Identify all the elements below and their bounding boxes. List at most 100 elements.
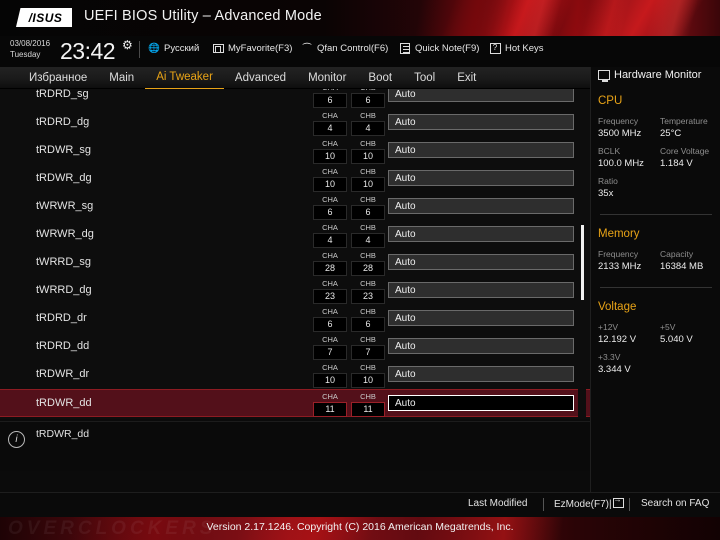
channel-b-cell: CHB6 [351,89,385,108]
row-label: tRDWR_dd [36,397,92,409]
scrollbar-thumb[interactable] [581,225,584,300]
gear-icon[interactable]: ⚙ [122,39,133,51]
value-input[interactable]: Auto [388,395,574,411]
channel-a-value: 4 [313,121,347,136]
table-row[interactable]: tWRWR_dg CHA 4 CHB 4 Auto [0,221,590,249]
last-modified-button[interactable]: Last Modified [468,498,527,509]
channel-a-header: CHA [322,223,338,232]
value-input[interactable]: Auto [388,282,574,298]
sidebar-section-heading: Voltage [598,301,637,313]
tab-monitor[interactable]: Monitor [297,67,357,89]
channel-b-value: 7 [351,345,385,360]
sidebar-field-label: +3.3V [598,352,621,362]
row-label: tWRWR_dg [36,228,94,240]
row-label: tRDRD_sg [36,89,89,100]
table-row[interactable]: tRDRD_dr CHA 6 CHB 6 Auto [0,305,590,333]
info-icon: i [8,431,25,448]
table-row[interactable]: tRDWR_dd CHA 11 CHB 11 Auto [0,389,590,417]
value-input[interactable]: Auto [388,226,574,242]
list-scrollbar[interactable] [578,89,586,419]
channel-values: CHA 4 CHB 4 [313,223,385,248]
channel-a-value: 10 [313,373,347,388]
sidebar-divider [600,214,712,215]
tab-exit[interactable]: Exit [446,67,487,89]
hot-keys-button[interactable]: ? Hot Keys [489,42,544,54]
channel-b-value: 4 [351,233,385,248]
divider [629,498,630,511]
myfavorite-button[interactable]: MyFavorite(F3) [212,42,292,54]
table-row[interactable]: tRDWR_sg CHA 10 CHB 10 Auto [0,137,590,165]
table-row[interactable]: tWRRD_sg CHA 28 CHB 28 Auto [0,249,590,277]
qfan-label: Qfan Control(F6) [317,42,389,54]
value-input[interactable]: Auto [388,198,574,214]
value-input-text: Auto [395,117,416,128]
tab-advanced[interactable]: Advanced [224,67,297,89]
tab-boot[interactable]: Boot [357,67,403,89]
clock-text: 23:42 [60,38,116,64]
table-row[interactable]: tWRRD_dg CHA 23 CHB 23 Auto [0,277,590,305]
tab-ai-tweaker[interactable]: Ai Tweaker [145,66,224,90]
channel-values: CHA 7 CHB 7 [313,335,385,360]
sidebar-field-label: Capacity [660,249,694,259]
value-input-text: Auto [395,173,416,184]
myfavorite-label: MyFavorite(F3) [228,42,293,54]
channel-a-cell: CHA 10 [313,363,347,388]
channel-b-value: 10 [351,177,385,192]
value-input[interactable]: Auto [388,114,574,130]
table-row[interactable]: tRDRD_dg CHA 4 CHB 4 Auto [0,109,590,137]
monitor-icon [598,70,610,82]
sidebar-field-value: 25°C [660,128,682,139]
channel-b-cell: CHB 10 [351,139,385,164]
channel-a-cell: CHA 4 [313,111,347,136]
channel-a-header: CHA [322,251,338,260]
question-icon: ? [489,42,501,54]
channel-a-value: 11 [313,402,347,417]
search-faq-button[interactable]: Search on FAQ [641,498,709,509]
sidebar-field-value: 2133 MHz [598,261,642,272]
table-row[interactable]: tWRWR_sg CHA 6 CHB 6 Auto [0,193,590,221]
nav-tabs: Избранное Main Ai Tweaker Advanced Monitor Bo… [18,66,487,90]
tab-избранное[interactable]: Избранное [18,67,98,89]
value-input[interactable]: Auto [388,170,574,186]
channel-b-cell: CHB 11 [351,392,385,417]
channel-b-cell: CHB6 [351,195,385,220]
value-input[interactable]: Auto [388,338,574,354]
tab-main[interactable]: Main [98,67,145,89]
hardware-monitor-title: Hardware Monitor [598,69,701,82]
value-input[interactable]: Auto [388,366,574,382]
channel-b-value: 6 [351,317,385,332]
sidebar-field-label: +5V [660,322,676,332]
channel-b-header: CHB [360,251,376,260]
channel-a-cell: CHA6 [313,195,347,220]
row-label: tRDRD_dd [36,340,90,352]
table-row[interactable]: tRDRD_sg CHA6CHB6 Auto [0,89,590,109]
asus-logo: /ISUS [16,8,72,27]
channel-values: CHA 23 CHB 23 [313,279,385,304]
value-input[interactable]: Auto [388,142,574,158]
help-text: tRDWR_dd [36,428,90,440]
channel-values: CHA 10 CHB 10 [313,363,385,388]
table-row[interactable]: tRDRD_dd CHA 7 CHB 7 Auto [0,333,590,361]
channel-a-cell: CHA 10 [313,139,347,164]
ezmode-button[interactable]: EzMode(F7)| [554,495,624,510]
channel-b-header: CHB [360,307,376,316]
sidebar-field-value: 3500 MHz [598,128,642,139]
tab-tool[interactable]: Tool [403,67,446,89]
row-label: tWRWR_sg [36,200,94,212]
table-row[interactable]: tRDWR_dr CHA 10 CHB 10 Auto [0,361,590,389]
sidebar-section-heading: Memory [598,228,640,240]
channel-b-cell: CHB 23 [351,279,385,304]
channel-values: CHA 10 CHB 10 [313,139,385,164]
value-input-text: Auto [395,398,416,409]
value-input[interactable]: Auto [388,254,574,270]
quick-note-button[interactable]: Quick Note(F9) [399,42,479,54]
value-input[interactable]: Auto [388,310,574,326]
channel-b-cell: CHB6 [351,307,385,332]
language-button[interactable]: 🌐 Русский [148,42,199,54]
table-row[interactable]: tRDWR_dg CHA 10 CHB 10 Auto [0,165,590,193]
sidebar-field-value: 16384 MB [660,261,704,272]
qfan-control-button[interactable]: ⏜ Qfan Control(F6) [301,42,388,54]
value-input-text: Auto [395,201,416,212]
value-input[interactable]: Auto [388,89,574,102]
divider [543,498,544,511]
